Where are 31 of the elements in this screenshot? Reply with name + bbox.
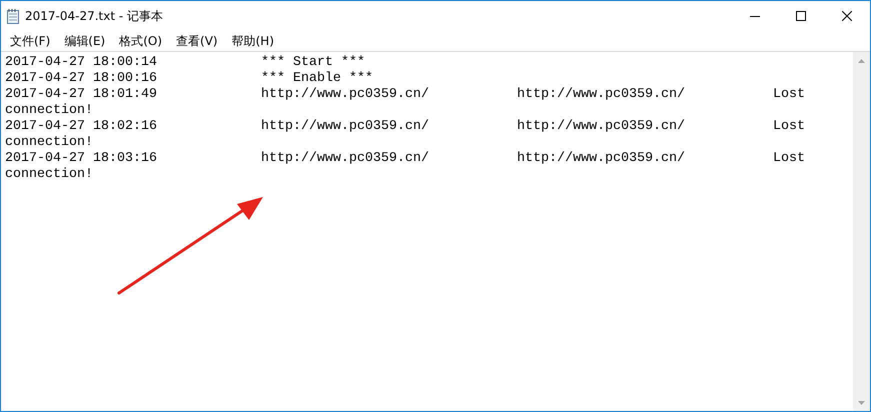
- window-title: 2017-04-27.txt - 记事本: [25, 8, 164, 24]
- down-arrow-icon: [858, 400, 865, 404]
- text-line: http://www.pc0359.cn/: [261, 87, 429, 103]
- text-line: Lost: [773, 151, 805, 167]
- menu-item[interactable]: 查看(V): [169, 31, 225, 51]
- close-icon: [842, 11, 852, 21]
- menu-item[interactable]: 编辑(E): [57, 31, 112, 51]
- text-line: connection!: [5, 103, 93, 118]
- scrollbar[interactable]: [853, 52, 870, 411]
- text-line: 2017-04-27 18:01:49: [5, 87, 157, 103]
- text-line: http://www.pc0359.cn/: [517, 87, 685, 103]
- text-line: http://www.pc0359.cn/: [517, 151, 685, 167]
- text-line: http://www.pc0359.cn/: [261, 119, 429, 135]
- menu-item[interactable]: 格式(O): [112, 31, 170, 51]
- menu-item[interactable]: 文件(F): [3, 31, 58, 51]
- menu-item[interactable]: 帮助(H): [224, 31, 281, 51]
- text-line: connection!: [5, 135, 93, 150]
- text-line: 2017-04-27 18:02:16: [5, 119, 157, 135]
- maximize-icon: [796, 11, 806, 21]
- text-line: http://www.pc0359.cn/: [517, 119, 685, 135]
- text-line: Lost: [773, 119, 805, 135]
- up-arrow-icon: [858, 58, 865, 62]
- text-line: *** Enable ***: [261, 71, 373, 87]
- notepad-icon: [7, 8, 19, 24]
- text-line: http://www.pc0359.cn/: [261, 151, 429, 167]
- text-line: Lost: [773, 87, 805, 103]
- text-line: 2017-04-27 18:00:14: [5, 55, 157, 71]
- text-line: connection!: [5, 167, 93, 182]
- text-line: 2017-04-27 18:00:16: [5, 71, 157, 87]
- text-line: 2017-04-27 18:03:16: [5, 151, 157, 167]
- text-line: *** Start ***: [261, 55, 365, 71]
